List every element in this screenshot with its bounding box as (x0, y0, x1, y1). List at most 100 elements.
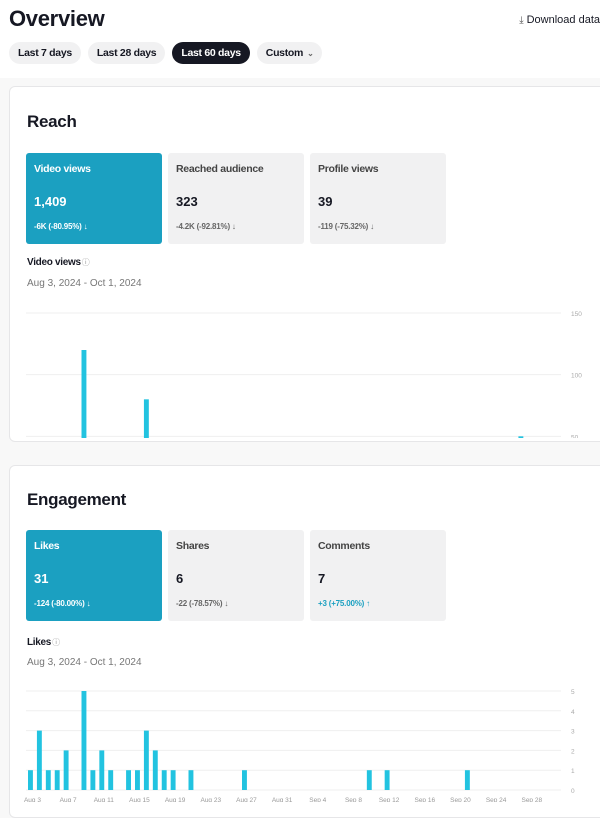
chart-bar[interactable] (63, 750, 69, 790)
chevron-down-icon: ⌄ (307, 49, 314, 58)
chart-bar[interactable] (90, 770, 96, 790)
x-tick-label: Aug 7 (60, 797, 77, 802)
chart-bar[interactable] (170, 770, 176, 790)
tab-label: Last 28 days (96, 47, 157, 59)
metric-value: 1,409 (34, 194, 67, 209)
chart-bar[interactable] (518, 436, 524, 438)
metric-label: Video views (34, 163, 91, 175)
tab-label: Custom (265, 47, 304, 59)
y-tick-label: 0 (571, 788, 575, 795)
metric-value: 6 (176, 571, 184, 586)
x-tick-label: Sep 20 (450, 797, 471, 802)
x-tick-label: Aug 31 (272, 797, 293, 802)
metric-delta: -119 (-75.32%) ↓ (318, 222, 374, 231)
chart-bar[interactable] (384, 770, 390, 790)
chart-label: Video viewsⓘ (27, 257, 90, 268)
y-tick-label: 2 (571, 748, 575, 755)
chart-bar[interactable] (242, 770, 247, 790)
y-tick-label: 4 (571, 709, 575, 716)
metric-comments[interactable]: Comments 7 +3 (+75.00%) ↑ (310, 530, 446, 621)
y-tick-label: 5 (571, 689, 575, 696)
tab-last-7-days[interactable]: Last 7 days (9, 42, 81, 64)
metric-profile-views[interactable]: Profile views 39 -119 (-75.32%) ↓ (310, 153, 446, 244)
chart-date-range: Aug 3, 2024 - Oct 1, 2024 (27, 278, 142, 289)
reach-title: Reach (27, 112, 77, 131)
chart-bar[interactable] (99, 750, 105, 790)
tab-last-28-days[interactable]: Last 28 days (87, 42, 166, 64)
y-tick-label: 100 (571, 373, 582, 380)
x-tick-label: Sep 4 (309, 797, 326, 802)
reach-card: Reach Video views 1,409 -6K (-80.95%) ↓ … (9, 86, 600, 442)
metric-value: 7 (318, 571, 326, 586)
metric-label: Shares (176, 540, 210, 552)
metric-video-views[interactable]: Video views 1,409 -6K (-80.95%) ↓ (26, 153, 162, 244)
chart-bar[interactable] (152, 750, 158, 790)
x-tick-label: Aug 23 (200, 797, 221, 802)
date-range-tabs: Last 7 days Last 28 days Last 60 days Cu… (9, 42, 323, 64)
reach-metrics: Video views 1,409 -6K (-80.95%) ↓ Reache… (26, 153, 446, 244)
chart-bar[interactable] (81, 691, 87, 790)
info-icon[interactable]: ⓘ (52, 638, 60, 647)
chart-bar[interactable] (108, 770, 114, 790)
y-tick-label: 150 (571, 311, 582, 318)
chart-bar[interactable] (126, 770, 131, 790)
x-tick-label: Aug 27 (236, 797, 257, 802)
engagement-title: Engagement (27, 490, 127, 509)
metric-label: Profile views (318, 163, 379, 175)
chart-bar[interactable] (36, 730, 42, 790)
engagement-card: Engagement Likes 31 -124 (-80.00%) ↓ Sha… (9, 465, 600, 818)
engagement-metrics: Likes 31 -124 (-80.00%) ↓ Shares 6 -22 (… (26, 530, 446, 621)
y-tick-label: 1 (571, 768, 575, 775)
x-tick-label: Aug 11 (94, 797, 115, 802)
tab-last-60-days[interactable]: Last 60 days (172, 42, 250, 64)
chart-bar[interactable] (81, 350, 87, 438)
x-tick-label: Sep 24 (486, 797, 507, 802)
x-tick-label: Sep 28 (521, 797, 542, 802)
chart-bar[interactable] (28, 770, 33, 790)
chart-bar[interactable] (135, 770, 140, 790)
x-tick-label: Aug 3 (24, 797, 41, 802)
page-title: Overview (9, 6, 105, 31)
x-tick-label: Sep 16 (414, 797, 435, 802)
chart-label-text: Likes (27, 637, 52, 648)
metric-value: 31 (34, 571, 49, 586)
tab-label: Last 60 days (181, 47, 241, 59)
x-tick-label: Sep 12 (379, 797, 400, 802)
likes-chart: 0 1 2 3 4 5 Aug 3 Aug 7 Aug 11 Aug 15 Aug 19 Aug 23… (24, 689, 575, 802)
header: Overview ⤓ Download data Last 7 days Last… (0, 0, 600, 78)
x-tick-label: Aug 19 (165, 797, 186, 802)
tab-custom[interactable]: Custom ⌄ (256, 42, 323, 64)
metric-delta: +3 (+75.00%) ↑ (318, 599, 370, 608)
chart-bar[interactable] (188, 770, 194, 790)
download-data-button[interactable]: ⤓ Download data (519, 14, 600, 26)
x-tick-label: Aug 15 (129, 797, 150, 802)
video-views-chart: 050100150Aug 3Aug 7Aug 11Aug 15Aug 19Aug… (26, 311, 582, 438)
info-icon[interactable]: ⓘ (82, 258, 90, 267)
chart-bar[interactable] (143, 730, 149, 790)
chart-bar[interactable] (54, 770, 60, 790)
download-icon: ⤓ (519, 15, 524, 26)
metric-reached-audience[interactable]: Reached audience 323 -4.2K (-92.81%) ↓ (168, 153, 304, 244)
chart-bar[interactable] (464, 770, 470, 790)
chart-date-range: Aug 3, 2024 - Oct 1, 2024 (27, 657, 142, 668)
chart-bar[interactable] (161, 770, 167, 790)
chart-bar[interactable] (143, 399, 149, 438)
metric-label: Comments (318, 540, 370, 552)
download-label: Download data (526, 14, 600, 26)
chart-label: Likesⓘ (27, 637, 60, 648)
y-tick-label: 50 (571, 434, 579, 438)
x-tick-label: Sep 8 (345, 797, 362, 802)
metric-delta: -124 (-80.00%) ↓ (34, 599, 91, 608)
metric-label: Likes (34, 540, 60, 552)
metric-value: 39 (318, 194, 333, 209)
metric-delta: -6K (-80.95%) ↓ (34, 222, 88, 231)
chart-label-text: Video views (27, 257, 81, 268)
metric-value: 323 (176, 194, 198, 209)
y-tick-label: 3 (571, 729, 575, 736)
chart-bar[interactable] (366, 770, 372, 790)
tab-label: Last 7 days (18, 47, 72, 59)
metric-shares[interactable]: Shares 6 -22 (-78.57%) ↓ (168, 530, 304, 621)
chart-bar[interactable] (45, 770, 51, 790)
metric-delta: -22 (-78.57%) ↓ (176, 599, 229, 608)
metric-likes[interactable]: Likes 31 -124 (-80.00%) ↓ (26, 530, 162, 621)
